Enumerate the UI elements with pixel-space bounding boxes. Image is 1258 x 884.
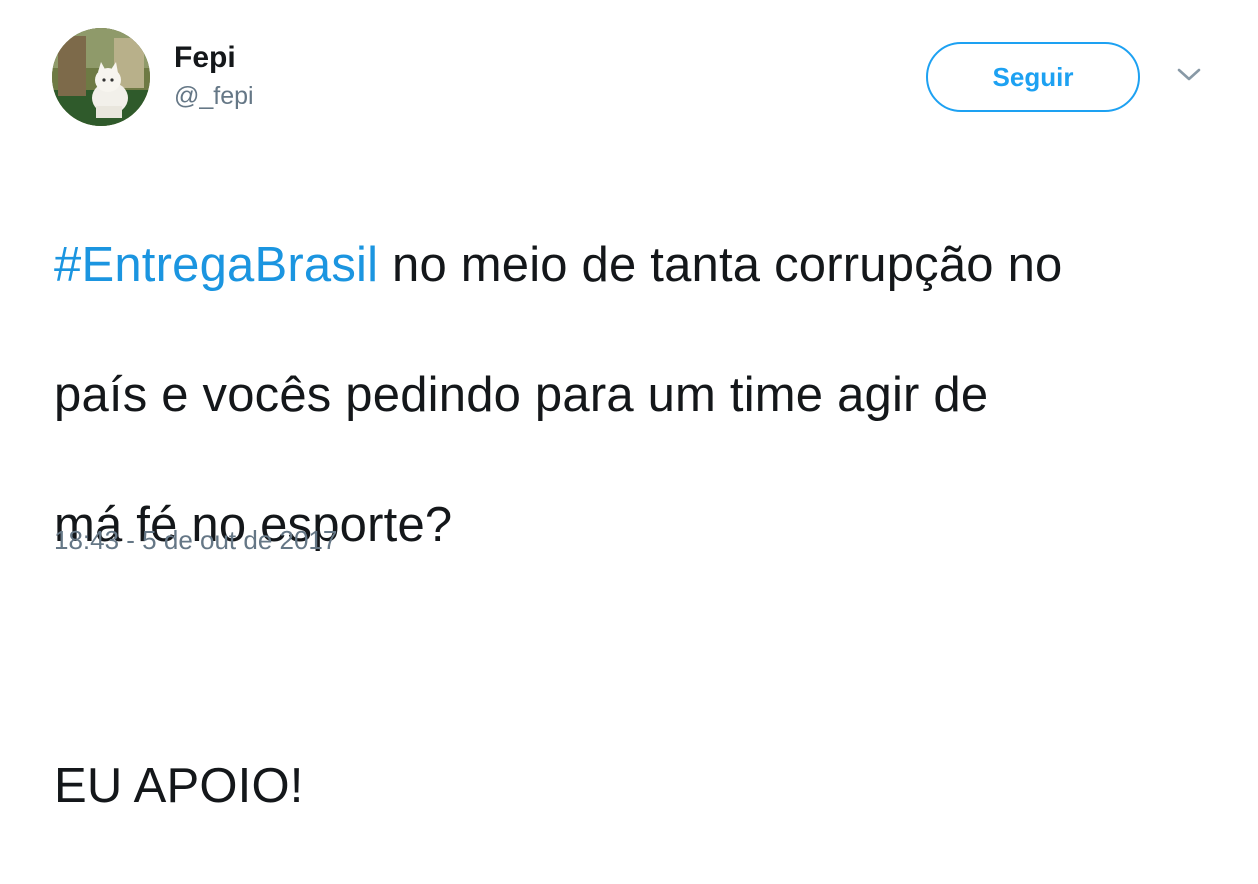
author-handle[interactable]: @_fepi xyxy=(174,80,254,112)
hashtag-link[interactable]: #EntregaBrasil xyxy=(54,238,378,292)
avatar[interactable] xyxy=(52,28,150,126)
tweet-line-1: #EntregaBrasil no meio de tanta corrupçã… xyxy=(54,233,1234,298)
tweet-card: Fepi @_fepi Seguir #EntregaBrasil no mei… xyxy=(0,0,1258,813)
author-names: Fepi @_fepi xyxy=(174,40,254,112)
tweet-line-4: EU APOIO! xyxy=(54,759,304,813)
chevron-down-icon[interactable] xyxy=(1176,66,1202,84)
author-display-name[interactable]: Fepi xyxy=(174,40,254,76)
tweet-header: Fepi @_fepi Seguir xyxy=(52,28,1232,128)
tweet-timestamp[interactable]: 18:43 - 5 de out de 2017 xyxy=(54,522,337,558)
cat-photo-avatar-icon xyxy=(52,28,150,126)
tweet-line-2: país e vocês pedindo para um time agir d… xyxy=(54,368,989,422)
follow-button[interactable]: Seguir xyxy=(926,42,1140,112)
tweet-line-1-rest: no meio de tanta corrupção no xyxy=(378,238,1063,292)
tweet-paragraph-gap xyxy=(54,623,1234,689)
